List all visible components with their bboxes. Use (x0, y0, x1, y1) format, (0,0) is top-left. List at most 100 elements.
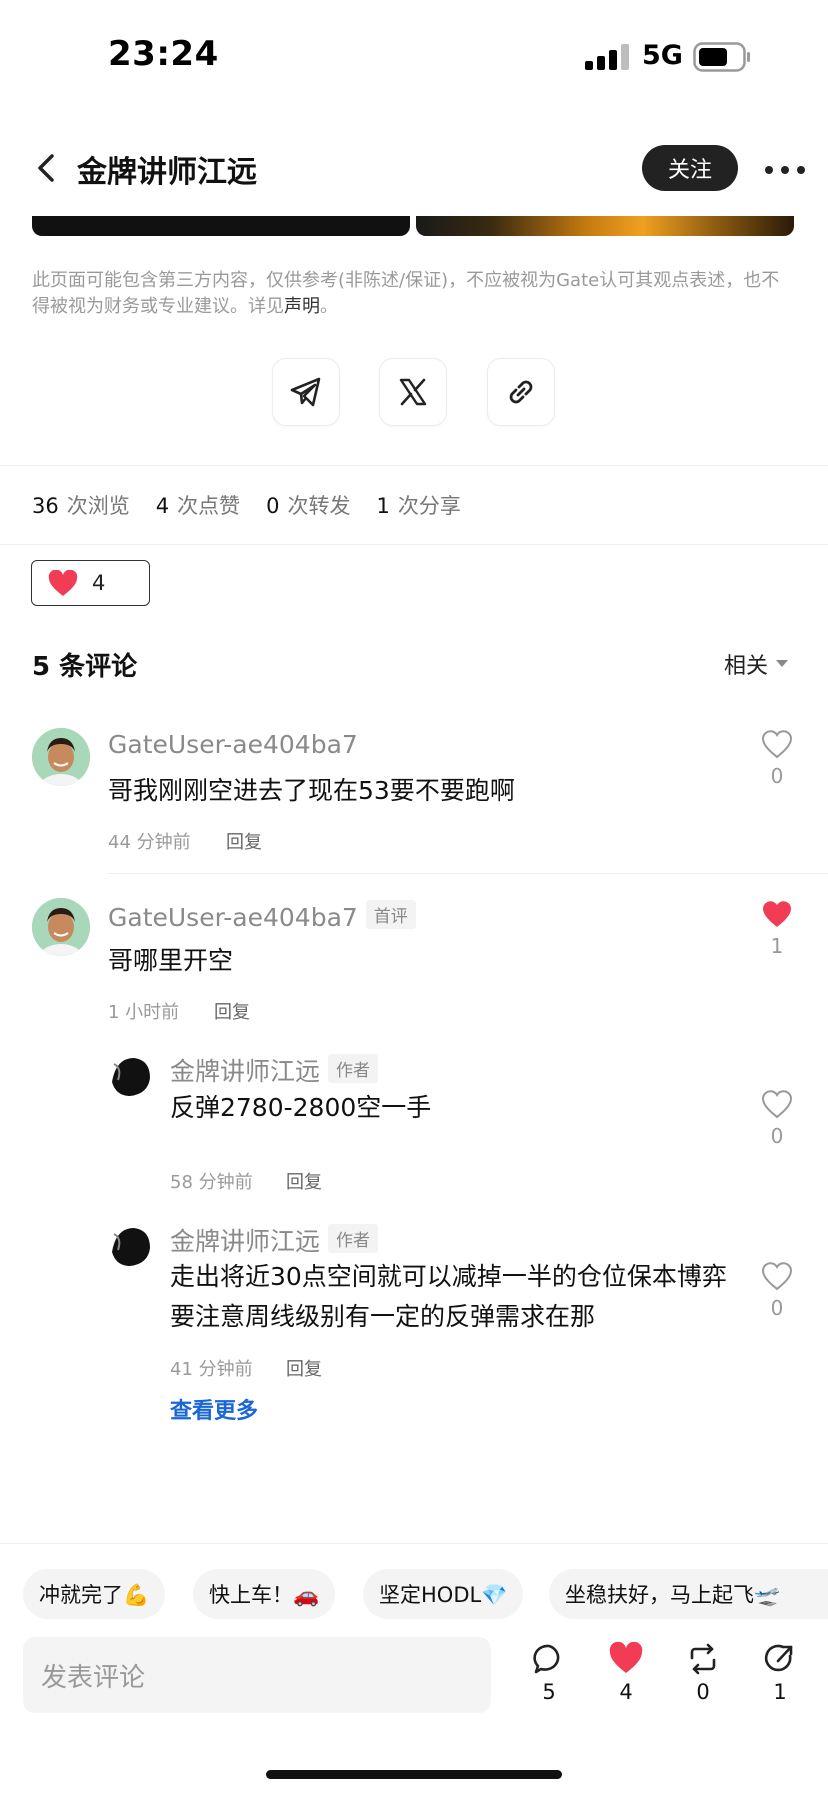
quick-reply-chip[interactable]: 快上车！🚗 (193, 1569, 336, 1619)
avatar[interactable] (32, 898, 90, 956)
comments-count: 5 (542, 1680, 556, 1704)
repost-icon (690, 1643, 716, 1675)
reply-button[interactable]: 回复 (286, 1355, 322, 1381)
heart-outline-icon (761, 1090, 793, 1119)
comment-like-count: 0 (770, 764, 784, 788)
share-telegram-button[interactable] (272, 358, 340, 426)
shares-count: 1 (773, 1680, 787, 1704)
comment-like-button[interactable]: 0 (760, 728, 794, 788)
more-options-button[interactable] (765, 150, 805, 190)
disclaimer-text: 此页面可能包含第三方内容，仅供参考(非陈述/保证)，不应被视为Gate认可其观点… (32, 268, 792, 320)
reply-button[interactable]: 回复 (214, 998, 250, 1024)
quick-reply-chip[interactable]: 冲就完了💪 (23, 1569, 166, 1619)
comment-time: 1 小时前 (108, 1002, 180, 1023)
reply-username[interactable]: 金牌讲师江远 (170, 1057, 320, 1086)
reply-time: 41 分钟前 (170, 1359, 253, 1380)
reply-username[interactable]: 金牌讲师江远 (170, 1227, 320, 1256)
comment-text: 哥哪里开空 (108, 946, 234, 975)
dot-icon (765, 166, 773, 174)
author-avatar-icon (108, 1052, 154, 1098)
heart-filled-icon (609, 1642, 643, 1673)
reply-text: 反弹2780-2800空一手 (170, 1093, 432, 1122)
post-stats: 36 次浏览 4 次点赞 0 次转发 1 次分享 (32, 490, 487, 520)
likes-stat: 4 次点赞 (155, 494, 241, 518)
dot-icon (781, 166, 789, 174)
divider (0, 544, 828, 545)
divider (0, 465, 828, 466)
follow-button[interactable]: 关注 (642, 145, 738, 191)
quick-reply-chip[interactable]: 坐稳扶好，马上起飞🛫 (549, 1569, 828, 1619)
comment-text: 哥我刚刚空进去了现在53要不要跑啊 (108, 776, 515, 805)
sort-dropdown[interactable]: 相关 (724, 648, 789, 680)
comments-action[interactable]: 5 (524, 1642, 574, 1704)
likes-count: 4 (619, 1680, 633, 1704)
heart-outline-icon (761, 1262, 793, 1291)
reply-like-count: 0 (770, 1296, 784, 1320)
back-button[interactable] (30, 148, 66, 188)
reply-like-count: 0 (770, 1124, 784, 1148)
reply-like-button[interactable]: 0 (760, 1088, 794, 1148)
share-x-button[interactable] (379, 358, 447, 426)
heart-reaction-button[interactable]: 4 (31, 560, 150, 606)
heart-icon (48, 569, 78, 596)
disclaimer-end: 。 (320, 296, 338, 317)
view-more-link[interactable]: 查看更多 (170, 1393, 258, 1425)
first-comment-tag: 首评 (365, 900, 416, 929)
comment-like-button[interactable]: 1 (760, 898, 794, 958)
post-image-right[interactable] (416, 216, 794, 236)
share-arrow-icon (764, 1644, 793, 1672)
battery-icon (693, 42, 750, 72)
disclaimer-link[interactable]: 声明 (284, 296, 320, 317)
reply-button[interactable]: 回复 (286, 1168, 322, 1194)
signal-icon (585, 44, 629, 70)
disclaimer-body: 此页面可能包含第三方内容，仅供参考(非陈述/保证)，不应被视为Gate认可其观点… (32, 270, 780, 317)
post-image-left[interactable] (32, 216, 410, 236)
reposts-stat: 0 次转发 (266, 494, 351, 518)
user-avatar-icon (32, 728, 90, 786)
comment-user-row: GateUser-ae404ba7 首评 (108, 900, 416, 932)
avatar[interactable] (108, 1052, 154, 1098)
divider (0, 1543, 828, 1544)
comments-title: 5 条评论 (32, 652, 138, 682)
reply-like-button[interactable]: 0 (760, 1260, 794, 1320)
comment-time: 44 分钟前 (108, 832, 191, 853)
comment-like-count: 1 (770, 934, 784, 958)
author-tag: 作者 (328, 1054, 379, 1083)
status-time: 23:24 (108, 34, 219, 74)
heart-filled-icon (763, 901, 791, 927)
reply-text: 走出将近30点空间就可以减掉一半的仓位保本博弈 要注意周线级别有一定的反弹需求在… (170, 1262, 727, 1331)
caret-down-icon (776, 660, 789, 667)
comment-username[interactable]: GateUser-ae404ba7 (108, 903, 358, 932)
avatar[interactable] (32, 728, 90, 786)
reply-user-row: 金牌讲师江远 作者 (170, 1222, 379, 1258)
comment-bubble-icon (533, 1644, 560, 1674)
telegram-icon (290, 377, 321, 407)
link-icon (509, 380, 533, 404)
copy-link-button[interactable] (487, 358, 555, 426)
reaction-count: 4 (92, 571, 106, 595)
reply-time: 58 分钟前 (170, 1172, 253, 1193)
author-avatar-icon (108, 1222, 154, 1268)
shares-stat: 1 次分享 (376, 494, 461, 518)
comment-input[interactable]: 发表评论 (23, 1637, 491, 1713)
page-title: 金牌讲师江远 (77, 155, 257, 190)
reposts-count: 0 (696, 1680, 710, 1704)
quick-reply-chip[interactable]: 坚定HODL💎 (363, 1569, 524, 1619)
repost-action[interactable]: 0 (678, 1642, 728, 1704)
dot-icon (797, 166, 805, 174)
author-tag: 作者 (328, 1224, 379, 1253)
heart-outline-icon (761, 730, 793, 759)
comment-username[interactable]: GateUser-ae404ba7 (108, 730, 358, 759)
share-action[interactable]: 1 (755, 1642, 805, 1704)
x-icon (399, 378, 427, 406)
home-indicator[interactable] (266, 1770, 562, 1779)
avatar[interactable] (108, 1222, 154, 1268)
user-avatar-icon (32, 898, 90, 956)
like-action[interactable]: 4 (601, 1642, 651, 1704)
divider (108, 873, 828, 874)
network-type: 5G (642, 40, 683, 71)
reply-user-row: 金牌讲师江远 作者 (170, 1052, 379, 1088)
chevron-left-icon (38, 154, 54, 182)
reply-button[interactable]: 回复 (226, 828, 262, 854)
views-stat: 36 次浏览 (32, 494, 130, 518)
